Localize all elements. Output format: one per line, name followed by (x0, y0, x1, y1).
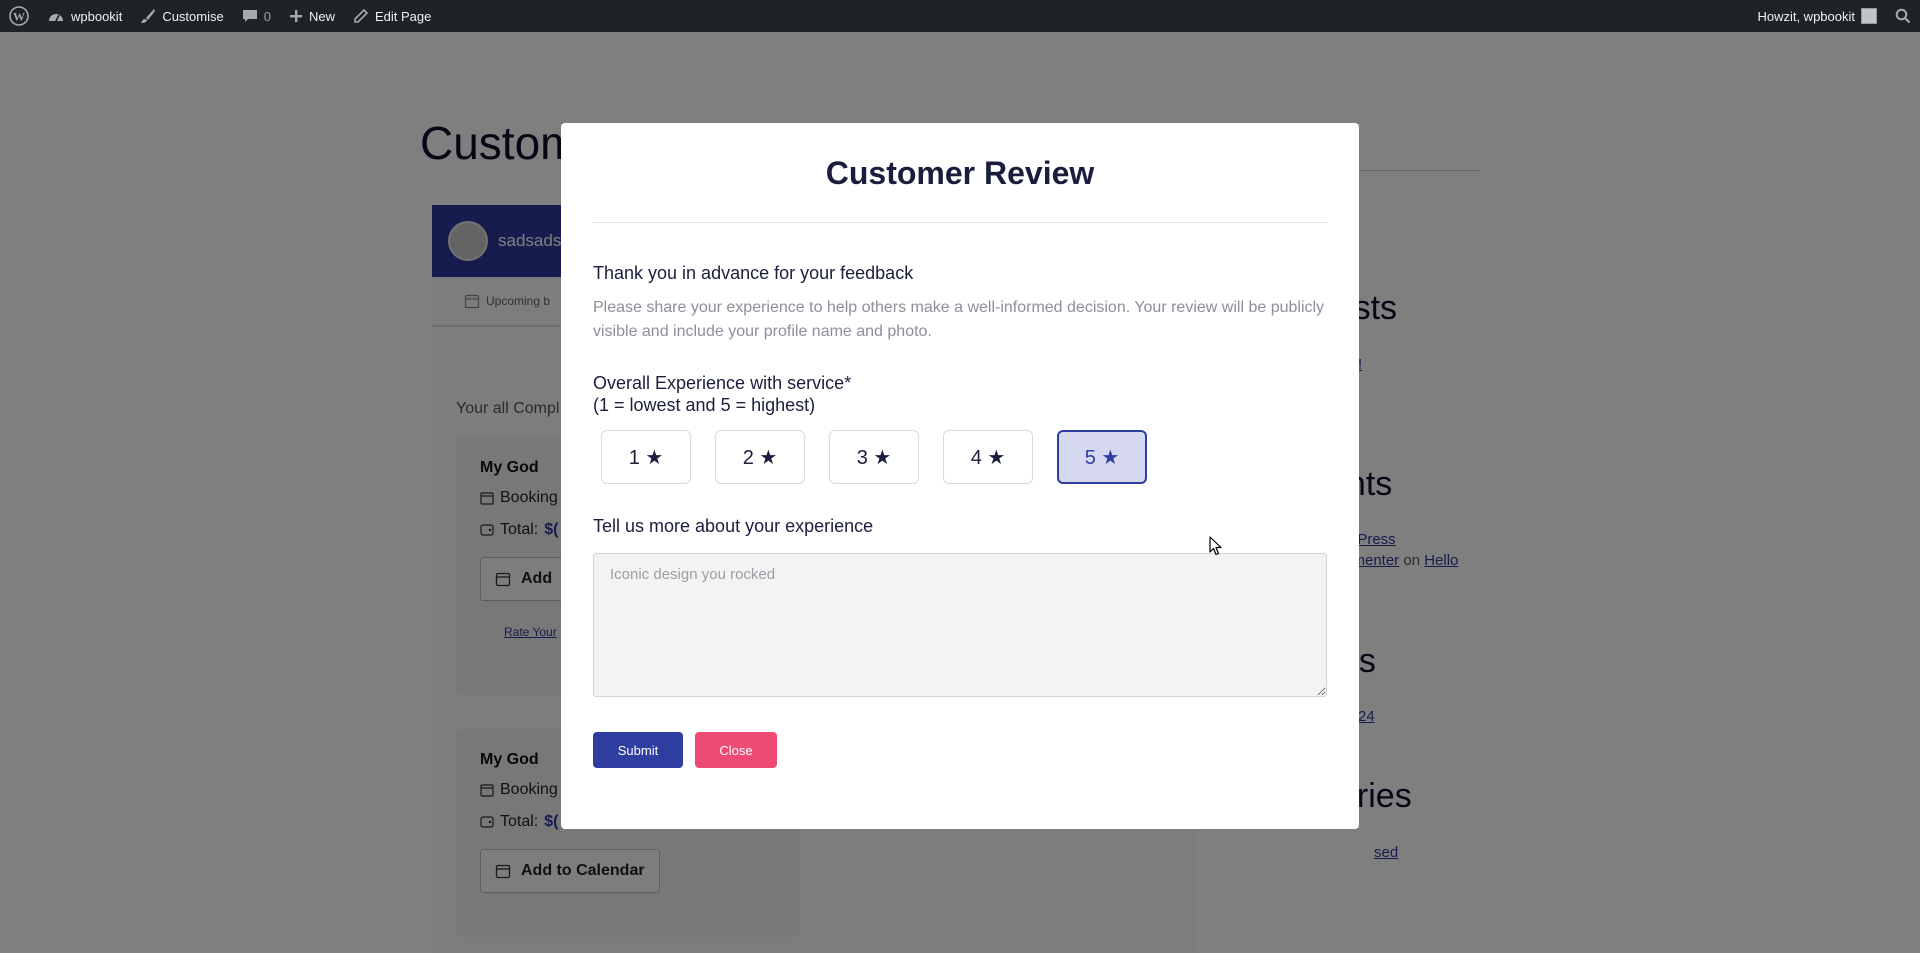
customer-review-modal: Customer Review Thank you in advance for… (561, 123, 1359, 829)
my-account-menu[interactable]: Howzit, wpbookit (1748, 0, 1886, 32)
experience-label-line1: Overall Experience with service* (593, 373, 852, 393)
comment-icon (242, 10, 257, 22)
feedback-lead: Thank you in advance for your feedback (593, 263, 914, 283)
experience-label-line2: (1 = lowest and 5 = highest) (593, 395, 816, 415)
rating-button-2[interactable]: 2 ★ (715, 430, 805, 484)
customise-label: Customise (162, 8, 224, 24)
rating-button-3[interactable]: 3 ★ (829, 430, 919, 484)
svg-text:W: W (13, 10, 25, 24)
new-label: New (308, 8, 335, 24)
divider (593, 222, 1327, 223)
site-name-menu[interactable]: wpbookit (38, 0, 131, 32)
rating-button-1[interactable]: 1 ★ (601, 430, 691, 484)
greeting: Howzit, wpbookit (1757, 8, 1855, 24)
admin-bar: W wpbookit Customise 0 New Edit Page How… (0, 0, 1920, 32)
wordpress-logo-menu[interactable]: W (0, 0, 38, 32)
pencil-icon (354, 8, 369, 23)
customise-menu[interactable]: Customise (131, 0, 232, 32)
avatar (1861, 8, 1877, 24)
admin-search[interactable] (1886, 0, 1920, 32)
rating-options: 1 ★ 2 ★ 3 ★ 4 ★ 5 ★ (601, 430, 1327, 484)
modal-actions: Submit Close (593, 732, 1327, 768)
modal-title: Customer Review (825, 155, 1095, 191)
experience-label: Overall Experience with service* (1 = lo… (593, 372, 1327, 416)
plus-icon (289, 10, 302, 22)
review-description: Please share your experience to help oth… (593, 299, 1325, 340)
comments-menu[interactable]: 0 (233, 0, 280, 32)
search-icon (1895, 8, 1911, 24)
close-button[interactable]: Close (695, 732, 777, 768)
brush-icon (141, 9, 156, 23)
edit-page-menu[interactable]: Edit Page (344, 0, 440, 32)
rating-button-5[interactable]: 5 ★ (1057, 430, 1147, 484)
new-content-menu[interactable]: New (280, 0, 344, 32)
review-textarea[interactable] (593, 553, 1327, 697)
mouse-cursor-icon (1209, 536, 1222, 556)
wordpress-icon: W (9, 6, 29, 26)
site-name: wpbookit (71, 8, 123, 24)
more-about-experience-label: Tell us more about your experience (593, 516, 874, 536)
comments-count: 0 (263, 8, 271, 24)
dashboard-icon (49, 14, 63, 22)
edit-page-label: Edit Page (374, 8, 432, 24)
submit-button[interactable]: Submit (593, 732, 683, 768)
rating-button-4[interactable]: 4 ★ (943, 430, 1033, 484)
